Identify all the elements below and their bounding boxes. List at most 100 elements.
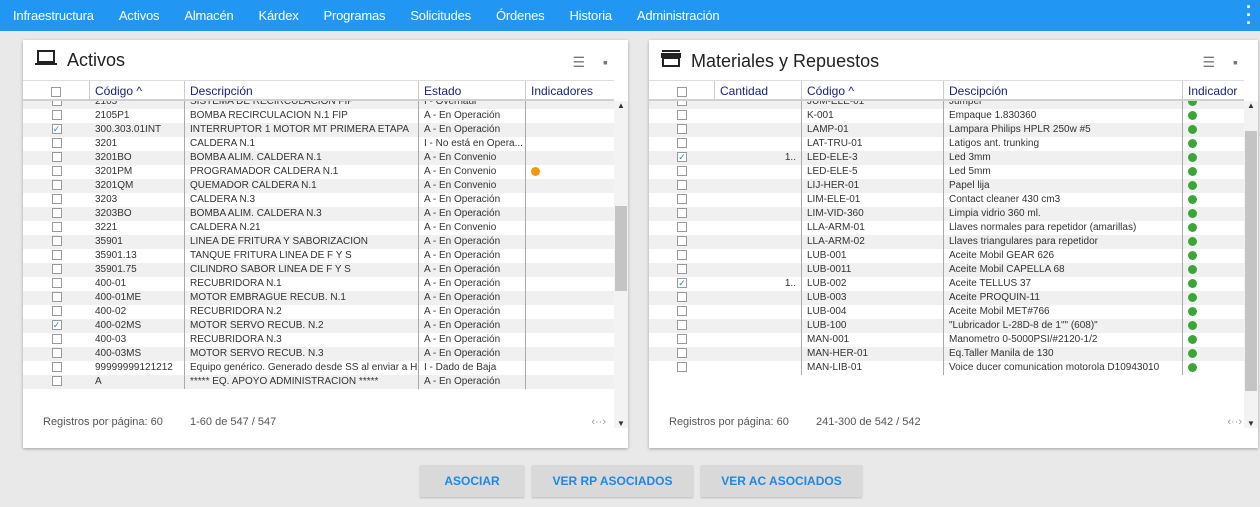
nav-item[interactable]: Administración bbox=[637, 8, 720, 23]
row-checkbox[interactable] bbox=[51, 264, 62, 275]
row-checkbox[interactable] bbox=[677, 306, 687, 317]
table-row[interactable]: 35901 LINEA DE FRITURA Y SABORIZACION A - … bbox=[23, 235, 614, 249]
table-row[interactable]: LUB-004 Aceite Mobil MET#766 bbox=[649, 305, 1244, 319]
table-row[interactable]: 3201PM PROGRAMADOR CALDERA N.1 A - En Conv… bbox=[23, 165, 614, 179]
nav-item[interactable]: Kárdex bbox=[259, 8, 299, 23]
filter-icon[interactable]: ☰ bbox=[1202, 54, 1215, 71]
table-row[interactable]: 3201BO BOMBA ALIM. CALDERA N.1 A - En Conv… bbox=[23, 151, 614, 165]
table-row[interactable]: LIJ-HER-01 Papel lija bbox=[649, 179, 1244, 193]
table-row[interactable]: MAN-LIB-01 Voice ducer comunication motor… bbox=[649, 361, 1244, 375]
col-descripcion[interactable]: Descipción bbox=[944, 81, 1183, 99]
table-row[interactable]: MAN-HER-01 Eq.Taller Manila de 130 bbox=[649, 347, 1244, 361]
row-checkbox[interactable] bbox=[677, 194, 687, 205]
row-checkbox[interactable] bbox=[677, 138, 687, 149]
row-checkbox[interactable] bbox=[51, 110, 62, 121]
resize-icon[interactable]: ‹··› bbox=[1227, 416, 1242, 428]
row-checkbox[interactable] bbox=[677, 124, 687, 135]
table-row[interactable]: 3203BO BOMBA ALIM. CALDERA N.3 A - En Oper… bbox=[23, 207, 614, 221]
table-row[interactable]: 3201QM QUEMADOR CALDERA N.1 A - En Conveni… bbox=[23, 179, 614, 193]
table-row[interactable]: ✓ 1.. LUB-002 Aceite TELLUS 37 bbox=[649, 277, 1244, 291]
row-checkbox[interactable] bbox=[51, 180, 62, 191]
col-indicadores[interactable]: Indicadores bbox=[526, 81, 614, 99]
row-checkbox[interactable] bbox=[51, 208, 62, 219]
table-row[interactable]: 3201 CALDERA N.1 I - No está en Opera... bbox=[23, 137, 614, 151]
row-checkbox[interactable] bbox=[677, 236, 687, 247]
row-checkbox[interactable] bbox=[51, 348, 62, 359]
table-row[interactable]: 35901.13 TANQUE FRITURA LINEA DE F Y SA -… bbox=[23, 249, 614, 263]
table-row[interactable]: LAT-TRU-01 Latigos ant. trunking bbox=[649, 137, 1244, 151]
row-checkbox[interactable] bbox=[51, 292, 62, 303]
nav-item[interactable]: Órdenes bbox=[496, 8, 545, 23]
table-row[interactable]: 99999999121212 Equipo genérico. Generado … bbox=[23, 361, 614, 375]
row-checkbox[interactable] bbox=[677, 348, 687, 359]
col-descripcion[interactable]: Descripción bbox=[185, 81, 419, 99]
table-row[interactable]: 35901.75 CILINDRO SABOR LINEA DE F Y SA -… bbox=[23, 263, 614, 277]
row-checkbox[interactable] bbox=[677, 166, 687, 177]
table-row[interactable]: LLA-ARM-01 Llaves normales para repetidor… bbox=[649, 221, 1244, 235]
table-row[interactable]: LUB-0011 Aceite Mobil CAPELLA 68 bbox=[649, 263, 1244, 277]
table-row[interactable]: LED-ELE-5 Led 5mm bbox=[649, 165, 1244, 179]
table-row[interactable]: LUB-001 Aceite Mobil GEAR 626 bbox=[649, 249, 1244, 263]
row-checkbox[interactable] bbox=[51, 278, 62, 289]
table-row[interactable]: 400-03 RECUBRIDORA N.3 A - En Operación bbox=[23, 333, 614, 347]
row-checkbox[interactable] bbox=[677, 292, 687, 303]
ver-ac-asociados-button[interactable]: VER AC ASOCIADOS bbox=[701, 465, 862, 497]
ver-rp-asociados-button[interactable]: VER RP ASOCIADOS bbox=[532, 465, 693, 497]
row-checkbox[interactable] bbox=[677, 110, 687, 121]
table-row[interactable]: 400-01 RECUBRIDORA N.1 A - En Operación bbox=[23, 277, 614, 291]
col-codigo[interactable]: Código ^ bbox=[802, 81, 944, 99]
row-checkbox[interactable] bbox=[677, 362, 687, 373]
row-checkbox[interactable] bbox=[51, 362, 62, 373]
nav-item[interactable]: Activos bbox=[119, 8, 160, 23]
row-checkbox[interactable] bbox=[677, 250, 687, 261]
nav-item[interactable]: Solicitudes bbox=[410, 8, 471, 23]
row-checkbox[interactable] bbox=[677, 320, 687, 331]
table-row[interactable]: ✓ 1.. LED-ELE-3 Led 3mm bbox=[649, 151, 1244, 165]
row-checkbox[interactable] bbox=[677, 208, 687, 219]
more-vert-icon[interactable]: · · · bbox=[1246, 0, 1252, 32]
row-checkbox[interactable] bbox=[51, 194, 62, 205]
row-checkbox[interactable] bbox=[51, 250, 62, 261]
row-checkbox[interactable] bbox=[51, 152, 62, 163]
row-checkbox[interactable] bbox=[51, 306, 62, 317]
row-checkbox[interactable]: ✓ bbox=[677, 152, 687, 163]
col-codigo[interactable]: Código ^ bbox=[90, 81, 185, 99]
table-row[interactable]: 3221 CALDERA N.21 A - En Convenio bbox=[23, 221, 614, 235]
table-row[interactable]: 400-02 RECUBRIDORA N.2 A - En Operación bbox=[23, 305, 614, 319]
table-row[interactable]: K-001 Empaque 1.830360 bbox=[649, 109, 1244, 123]
select-all-checkbox[interactable] bbox=[676, 86, 687, 97]
table-row[interactable]: LLA-ARM-02 Llaves triangulares para repet… bbox=[649, 235, 1244, 249]
row-checkbox[interactable]: ✓ bbox=[51, 124, 62, 135]
comment-icon[interactable]: ▪ bbox=[603, 54, 608, 71]
col-indicador[interactable]: Indicador bbox=[1183, 81, 1244, 99]
table-row[interactable]: 400-01ME MOTOR EMBRAGUE RECUB. N.1 A - En … bbox=[23, 291, 614, 305]
row-checkbox[interactable] bbox=[51, 166, 62, 177]
row-checkbox[interactable] bbox=[51, 376, 62, 387]
row-checkbox[interactable] bbox=[51, 138, 62, 149]
table-row[interactable]: 2105P1 BOMBA RECIRCULACION N.1 FIP A - En … bbox=[23, 109, 614, 123]
nav-item[interactable]: Historia bbox=[569, 8, 612, 23]
row-checkbox[interactable]: ✓ bbox=[677, 278, 687, 289]
select-all-checkbox[interactable] bbox=[51, 86, 61, 97]
nav-item[interactable]: Infraestructura bbox=[13, 8, 94, 23]
row-checkbox[interactable]: ✓ bbox=[51, 320, 62, 331]
table-row[interactable]: LIM-VID-360 Limpia vidrio 360 ml. bbox=[649, 207, 1244, 221]
table-row[interactable]: MAN-001 Manometro 0-5000PSI/#2120-1/2 bbox=[649, 333, 1244, 347]
nav-item[interactable]: Programas bbox=[324, 8, 386, 23]
resize-icon[interactable]: ‹··› bbox=[591, 416, 606, 428]
table-row[interactable]: ✓ 400-02MS MOTOR SERVO RECUB. N.2 A - En Op… bbox=[23, 319, 614, 333]
vertical-scrollbar[interactable]: ▲ ▼ bbox=[1244, 101, 1258, 428]
row-checkbox[interactable] bbox=[677, 334, 687, 345]
row-checkbox[interactable] bbox=[51, 222, 62, 233]
table-row[interactable]: A ***** EQ. APOYO ADMINISTRACION ***** A -… bbox=[23, 375, 614, 389]
comment-icon[interactable]: ▪ bbox=[1233, 54, 1238, 71]
row-checkbox[interactable] bbox=[51, 334, 62, 345]
table-row[interactable]: LIM-ELE-01 Contact cleaner 430 cm3 bbox=[649, 193, 1244, 207]
col-estado[interactable]: Estado bbox=[419, 81, 526, 99]
table-row[interactable]: 3203 CALDERA N.3 A - En Operación bbox=[23, 193, 614, 207]
col-cantidad[interactable]: Cantidad bbox=[715, 81, 802, 99]
table-row[interactable]: LUB-003 Aceite PROQUIN-11 bbox=[649, 291, 1244, 305]
row-checkbox[interactable] bbox=[677, 222, 687, 233]
table-row[interactable]: ✓ 300.303.01INT INTERRUPTOR 1 MOTOR MT PRI… bbox=[23, 123, 614, 137]
row-checkbox[interactable] bbox=[677, 264, 687, 275]
